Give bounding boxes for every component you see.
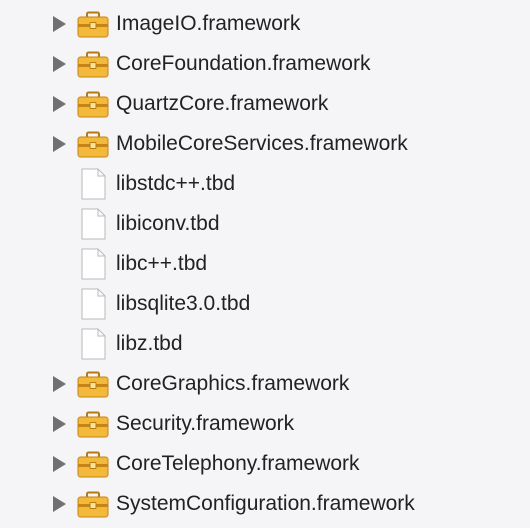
file-name[interactable]: libiconv.tbd [116,212,220,236]
file-row-tbd[interactable]: libsqlite3.0.tbd [0,284,530,324]
toolbox-icon [77,491,109,518]
file-icon [81,328,106,360]
disclosure-triangle-icon[interactable] [53,16,66,32]
disclosure-triangle-icon[interactable] [53,376,66,392]
file-row-tbd[interactable]: libz.tbd [0,324,530,364]
file-icon [81,248,106,280]
file-icon [81,288,106,320]
disclosure-triangle-icon[interactable] [53,496,66,512]
file-row-framework[interactable]: CoreFoundation.framework [0,44,530,84]
file-name[interactable]: CoreGraphics.framework [116,372,349,396]
file-row-framework[interactable]: CoreGraphics.framework [0,364,530,404]
file-name[interactable]: libsqlite3.0.tbd [116,292,250,316]
file-row-framework[interactable]: MobileCoreServices.framework [0,124,530,164]
file-name[interactable]: CoreTelephony.framework [116,452,360,476]
file-name[interactable]: libstdc++.tbd [116,172,235,196]
file-row-tbd[interactable]: libstdc++.tbd [0,164,530,204]
disclosure-triangle-icon[interactable] [53,136,66,152]
file-row-tbd[interactable]: libc++.tbd [0,244,530,284]
file-row-framework[interactable]: CoreTelephony.framework [0,444,530,484]
file-icon [81,168,106,200]
toolbox-icon [77,131,109,158]
file-name[interactable]: MobileCoreServices.framework [116,132,408,156]
toolbox-icon [77,371,109,398]
file-row-framework[interactable]: QuartzCore.framework [0,84,530,124]
file-name[interactable]: QuartzCore.framework [116,92,328,116]
file-name[interactable]: SystemConfiguration.framework [116,492,415,516]
file-row-framework[interactable]: Security.framework [0,404,530,444]
toolbox-icon [77,451,109,478]
file-icon [81,208,106,240]
file-name[interactable]: libc++.tbd [116,252,207,276]
project-navigator-file-list: ImageIO.framework CoreFoundation.framewo… [0,0,530,528]
disclosure-triangle-icon[interactable] [53,416,66,432]
disclosure-triangle-icon[interactable] [53,96,66,112]
file-name[interactable]: Security.framework [116,412,294,436]
toolbox-icon [77,91,109,118]
toolbox-icon [77,51,109,78]
file-name[interactable]: ImageIO.framework [116,12,300,36]
file-name[interactable]: CoreFoundation.framework [116,52,370,76]
toolbox-icon [77,11,109,38]
disclosure-triangle-icon[interactable] [53,56,66,72]
file-row-tbd[interactable]: libiconv.tbd [0,204,530,244]
file-row-framework[interactable]: ImageIO.framework [0,4,530,44]
file-row-framework[interactable]: SystemConfiguration.framework [0,484,530,524]
disclosure-triangle-icon[interactable] [53,456,66,472]
toolbox-icon [77,411,109,438]
file-name[interactable]: libz.tbd [116,332,183,356]
